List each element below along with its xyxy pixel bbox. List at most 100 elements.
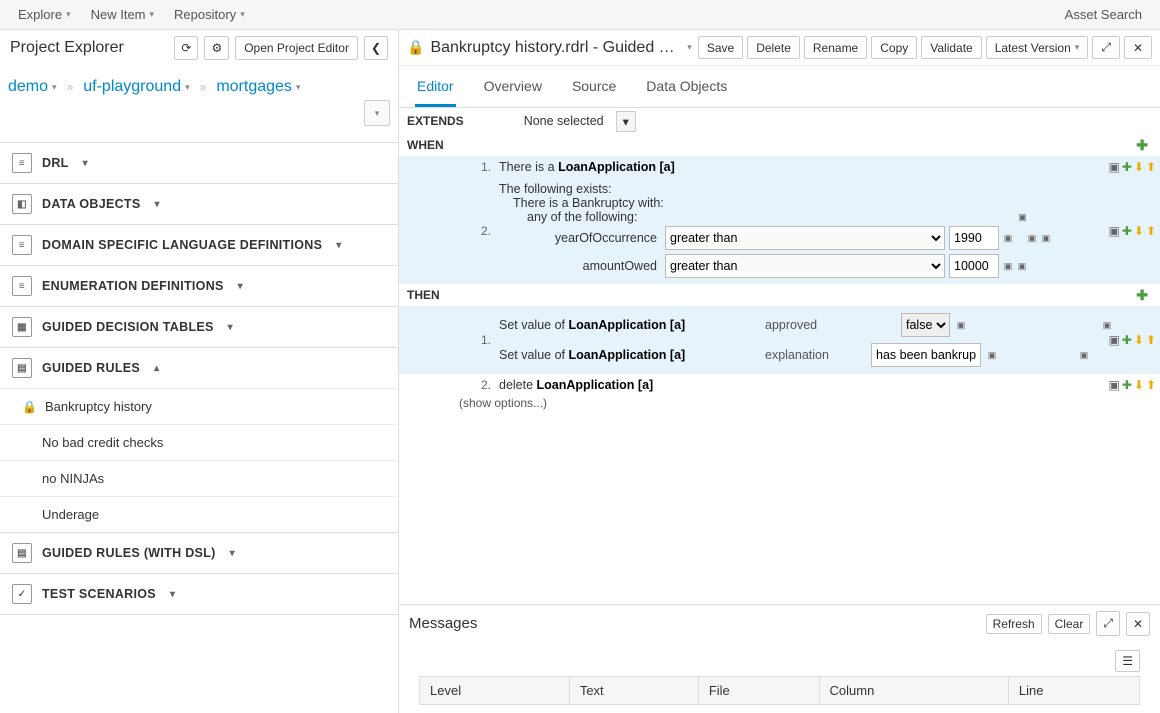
constraint-field[interactable]: yearOfOccurrence (541, 231, 661, 245)
show-options-link[interactable]: (show options...) (399, 396, 1160, 410)
move-up-icon[interactable]: ⬆ (1146, 333, 1156, 347)
col-file[interactable]: File (698, 677, 819, 705)
exists-text[interactable]: The following exists: (499, 182, 1116, 196)
extends-label: EXTENDS (407, 110, 472, 132)
action-value-select[interactable]: false (901, 313, 950, 337)
collapse-left-button[interactable]: ❮ (364, 36, 388, 60)
composite-text[interactable]: any of the following: (527, 210, 638, 224)
breadcrumb-uf-playground[interactable]: uf-playground ▾ (83, 78, 189, 96)
save-button[interactable]: Save (698, 36, 743, 59)
file-no-ninjas[interactable]: no NINJAs (0, 460, 398, 496)
asset-search-link[interactable]: Asset Search (1055, 1, 1152, 28)
add-then-button[interactable]: ✚ (1136, 287, 1148, 304)
action-text[interactable]: Set value of LoanApplication [a] (499, 348, 759, 362)
accordion-enum-definitions[interactable]: ≡ENUMERATION DEFINITIONS▾ (0, 266, 398, 306)
operator-select[interactable]: greater than (665, 254, 945, 278)
delete-icon[interactable]: ▣ (1108, 160, 1119, 174)
refresh-button[interactable]: ⟳ (174, 36, 198, 60)
edit-icon[interactable]: ▣ (956, 320, 966, 330)
messages-clear-button[interactable]: Clear (1048, 614, 1091, 634)
move-down-icon[interactable]: ⬇ (1134, 160, 1144, 174)
tab-data-objects[interactable]: Data Objects (644, 74, 729, 107)
col-column[interactable]: Column (819, 677, 1008, 705)
file-no-bad-credit-checks[interactable]: No bad credit checks (0, 424, 398, 460)
delete-action-text[interactable]: delete LoanApplication [a] (499, 378, 653, 392)
accordion-test-scenarios[interactable]: ✓TEST SCENARIOS▾ (0, 574, 398, 614)
accordion-drl[interactable]: ≡DRL▾ (0, 143, 398, 183)
edit-icon[interactable]: ▣ (1003, 233, 1013, 243)
col-level[interactable]: Level (420, 677, 570, 705)
move-down-icon[interactable]: ⬇ (1134, 333, 1144, 347)
accordion-data-objects[interactable]: ◧DATA OBJECTS▾ (0, 184, 398, 224)
col-line[interactable]: Line (1008, 677, 1139, 705)
add-icon[interactable]: ✚ (1122, 333, 1132, 347)
lock-icon: 🔒 (22, 400, 37, 414)
add-icon[interactable]: ✚ (1122, 160, 1132, 174)
move-up-icon[interactable]: ⬆ (1146, 378, 1156, 392)
edit-icon[interactable]: ▣ (1079, 350, 1089, 360)
menu-repository[interactable]: Repository▾ (164, 1, 255, 28)
accordion-guided-rules[interactable]: ▤GUIDED RULES▴ (0, 348, 398, 388)
messages-columns-button[interactable]: ☰ (1115, 650, 1140, 672)
add-icon[interactable]: ✚ (1122, 378, 1132, 392)
pattern-text[interactable]: There is a Bankruptcy with: (499, 196, 1116, 210)
close-button[interactable]: ✕ (1124, 36, 1152, 59)
maximize-button[interactable]: ⤢ (1092, 36, 1120, 59)
messages-panel: Messages Refresh Clear ⤢ ✕ ☰ Level Text … (399, 604, 1160, 713)
accordion-guided-rules-dsl[interactable]: ▤GUIDED RULES (WITH DSL)▾ (0, 533, 398, 573)
menu-explore[interactable]: Explore▾ (8, 1, 81, 28)
move-down-icon[interactable]: ⬇ (1134, 378, 1144, 392)
breadcrumb-mortgages[interactable]: mortgages ▾ (216, 78, 300, 96)
settings-button[interactable]: ⚙ (204, 36, 229, 60)
constraint-field[interactable]: amountOwed (541, 259, 661, 273)
value-input[interactable] (949, 254, 999, 278)
tab-overview[interactable]: Overview (482, 74, 544, 107)
edit-icon[interactable]: ▣ (1027, 233, 1037, 243)
tab-editor[interactable]: Editor (415, 74, 456, 107)
pattern-text[interactable]: There is a LoanApplication [a] (499, 160, 675, 174)
breadcrumb-expand-button[interactable]: ▾ (364, 100, 390, 126)
delete-icon[interactable]: ▣ (1108, 333, 1119, 347)
add-icon[interactable]: ✚ (1122, 224, 1132, 238)
accordion-dsl-definitions[interactable]: ≡DOMAIN SPECIFIC LANGUAGE DEFINITIONS▾ (0, 225, 398, 265)
validate-button[interactable]: Validate (921, 36, 981, 59)
messages-close-button[interactable]: ✕ (1126, 612, 1150, 636)
caret-down-icon: ▾ (375, 108, 380, 119)
edit-icon[interactable]: ▣ (1018, 212, 1028, 222)
col-text[interactable]: Text (569, 677, 698, 705)
delete-icon[interactable]: ▣ (1108, 224, 1119, 238)
edit-icon[interactable]: ▣ (1041, 233, 1051, 243)
edit-icon[interactable]: ▣ (987, 350, 997, 360)
move-down-icon[interactable]: ⬇ (1134, 224, 1144, 238)
move-up-icon[interactable]: ⬆ (1146, 224, 1156, 238)
version-dropdown[interactable]: Latest Version ▾ (986, 36, 1089, 59)
messages-maximize-button[interactable]: ⤢ (1096, 611, 1120, 636)
file-underage[interactable]: Underage (0, 496, 398, 532)
edit-icon[interactable]: ▣ (1017, 261, 1027, 271)
action-field[interactable]: approved (765, 318, 855, 332)
then-row-number: 2. (399, 378, 499, 392)
rename-button[interactable]: Rename (804, 36, 867, 59)
operator-select[interactable]: greater than (665, 226, 945, 250)
accordion-guided-decision-tables[interactable]: ▦GUIDED DECISION TABLES▾ (0, 307, 398, 347)
open-project-editor-button[interactable]: Open Project Editor (235, 36, 358, 60)
caret-down-icon: ▾ (66, 9, 71, 20)
delete-icon[interactable]: ▣ (1108, 378, 1119, 392)
breadcrumb-demo[interactable]: demo ▾ (8, 78, 57, 96)
delete-button[interactable]: Delete (747, 36, 800, 59)
messages-refresh-button[interactable]: Refresh (986, 614, 1042, 634)
file-bankruptcy-history[interactable]: 🔒Bankruptcy history (0, 388, 398, 424)
add-when-button[interactable]: ✚ (1136, 137, 1148, 154)
copy-button[interactable]: Copy (871, 36, 917, 59)
edit-icon[interactable]: ▣ (1003, 261, 1013, 271)
menu-new-item[interactable]: New Item▾ (81, 1, 164, 28)
tab-source[interactable]: Source (570, 74, 618, 107)
action-text[interactable]: Set value of LoanApplication [a] (499, 318, 759, 332)
move-up-icon[interactable]: ⬆ (1146, 160, 1156, 174)
action-value-input[interactable] (871, 343, 981, 367)
action-field[interactable]: explanation (765, 348, 855, 362)
edit-icon[interactable]: ▣ (1102, 320, 1112, 330)
extends-dropdown[interactable]: ▾ (616, 111, 636, 132)
title-dropdown[interactable]: ▾ (687, 42, 692, 53)
value-input[interactable] (949, 226, 999, 250)
